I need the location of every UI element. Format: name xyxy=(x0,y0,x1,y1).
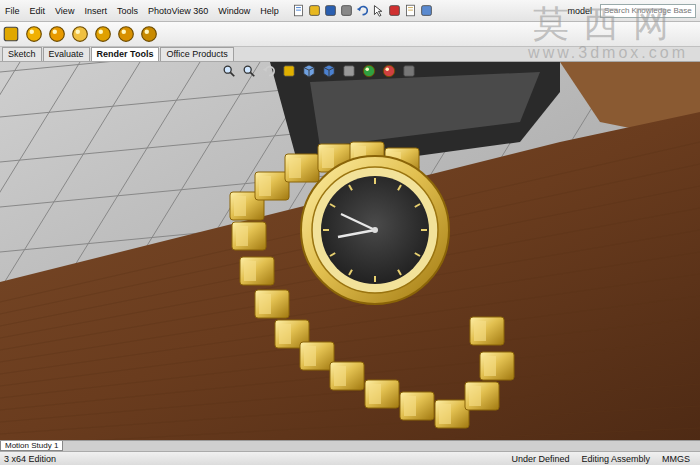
menu-item[interactable]: Tools xyxy=(116,5,139,17)
decal-icon[interactable] xyxy=(117,25,135,43)
menu-item[interactable]: Window xyxy=(217,5,251,17)
new-document-icon[interactable] xyxy=(292,4,305,17)
status-field: MMGS xyxy=(656,454,696,464)
document-name: model xyxy=(567,6,592,16)
view-orientation-icon[interactable] xyxy=(302,64,316,78)
zoom-area-icon[interactable] xyxy=(242,64,256,78)
options-icon[interactable] xyxy=(420,4,433,17)
command-tab[interactable]: Office Products xyxy=(160,47,233,61)
lights-icon[interactable] xyxy=(140,25,158,43)
watermark: 莫西网www.3dmox.com xyxy=(528,4,688,62)
undo-icon[interactable] xyxy=(356,4,369,17)
rebuild-icon[interactable] xyxy=(388,4,401,17)
scene-icon[interactable] xyxy=(71,25,89,43)
menu-item[interactable]: PhotoView 360 xyxy=(147,5,209,17)
status-field: 3 x64 Edition xyxy=(4,454,62,464)
menu-bar: File Edit View Insert Tools PhotoView 360 Wind… xyxy=(0,0,700,22)
status-field: Editing Assembly xyxy=(575,454,656,464)
quick-access-toolbar xyxy=(292,4,433,17)
final-render-icon[interactable] xyxy=(48,25,66,43)
display-style-icon[interactable] xyxy=(322,64,336,78)
zoom-to-fit-icon[interactable] xyxy=(222,64,236,78)
save-icon[interactable] xyxy=(324,4,337,17)
menu-item[interactable]: Insert xyxy=(83,5,108,17)
previous-view-icon[interactable] xyxy=(262,64,276,78)
section-view-icon[interactable] xyxy=(282,64,296,78)
motion-study-tab[interactable]: Motion Study 1 xyxy=(0,441,63,451)
rendered-watch-scene xyxy=(0,62,700,440)
status-bar: 3 x64 Edition Under DefinedEditing Assemb… xyxy=(0,451,700,465)
print-icon[interactable] xyxy=(340,4,353,17)
command-tabs: SketchEvaluateRender ToolsOffice Product… xyxy=(0,47,700,62)
search-field[interactable] xyxy=(600,4,696,18)
graphics-area[interactable] xyxy=(0,62,700,440)
command-tab[interactable]: Sketch xyxy=(2,47,42,61)
menu-item[interactable]: Edit xyxy=(29,5,47,17)
apply-scene-icon[interactable] xyxy=(382,64,396,78)
appearance-icon[interactable] xyxy=(94,25,112,43)
menu-item[interactable]: Help xyxy=(259,5,280,17)
edit-appearance-icon[interactable] xyxy=(362,64,376,78)
view-settings-icon[interactable] xyxy=(402,64,416,78)
menu-item[interactable]: View xyxy=(54,5,75,17)
motion-tabs: Motion Study 1 xyxy=(0,440,700,451)
hide-show-icon[interactable] xyxy=(342,64,356,78)
watermark-url: www.3dmox.com xyxy=(528,44,688,62)
open-folder-icon[interactable] xyxy=(308,4,321,17)
command-tab[interactable]: Evaluate xyxy=(43,47,90,61)
command-tab[interactable]: Render Tools xyxy=(91,47,160,61)
preview-render-icon[interactable] xyxy=(25,25,43,43)
status-field: Under Defined xyxy=(505,454,575,464)
solidworks-window: File Edit View Insert Tools PhotoView 360 Wind… xyxy=(0,0,700,465)
watermark-title: 莫西网 xyxy=(533,4,683,44)
photoview-render-icon[interactable] xyxy=(2,25,20,43)
file-properties-icon[interactable] xyxy=(404,4,417,17)
heads-up-toolbar xyxy=(222,64,416,78)
menu-item[interactable]: File xyxy=(4,5,21,17)
command-manager xyxy=(0,22,700,47)
select-arrow-icon[interactable] xyxy=(372,4,385,17)
